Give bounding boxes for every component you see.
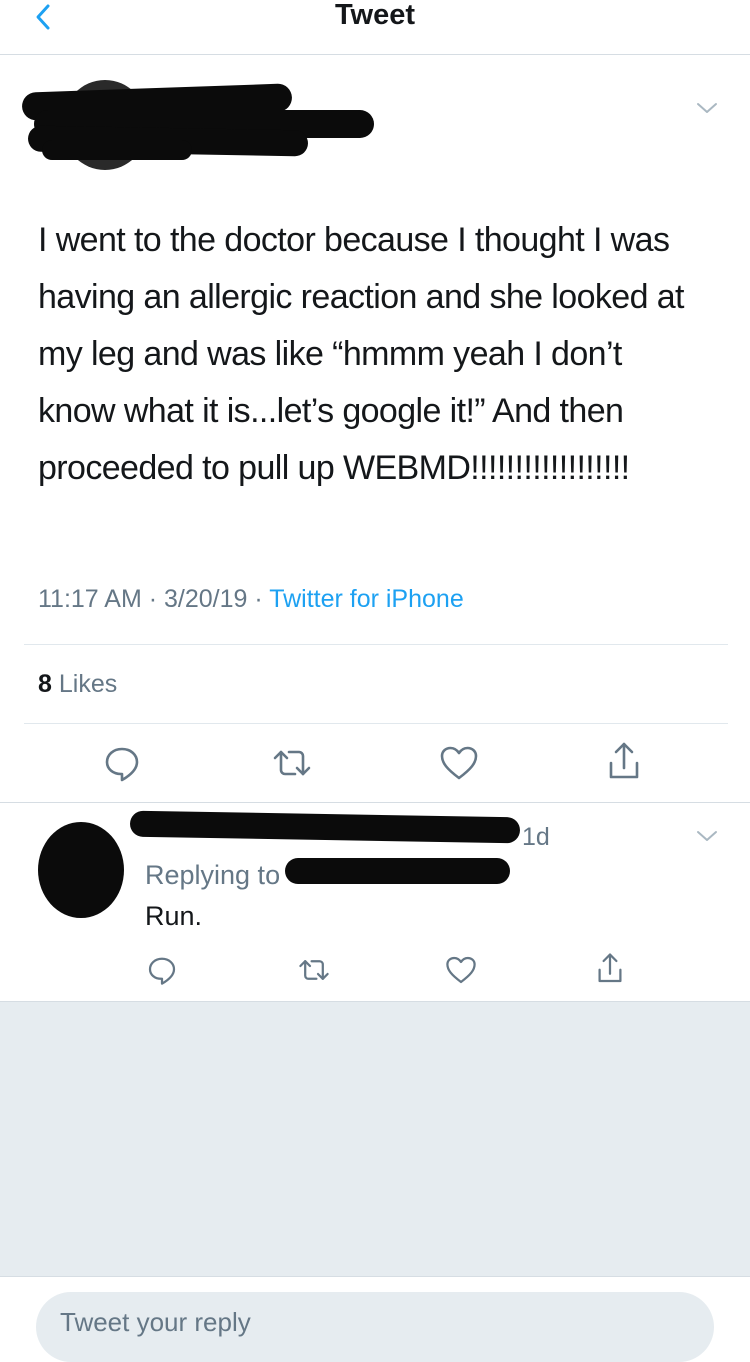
reply-menu-chevron-down-icon[interactable] — [692, 824, 722, 848]
share-icon[interactable] — [604, 741, 644, 783]
meta-separator: · — [141, 585, 164, 613]
like-heart-icon[interactable] — [438, 743, 480, 783]
meta-separator: · — [247, 585, 270, 613]
tweet-date: 3/20/19 — [164, 585, 248, 613]
reply-text: Run. — [145, 901, 203, 931]
reply-avatar[interactable] — [38, 822, 124, 918]
retweet-icon[interactable] — [296, 954, 332, 986]
likes-label: Likes — [58, 670, 118, 698]
share-icon[interactable] — [594, 952, 626, 986]
likes-number: 8 — [38, 670, 52, 698]
tweet-time: 11:17 AM — [38, 585, 142, 613]
empty-space — [0, 1001, 750, 1277]
divider — [24, 644, 728, 645]
tweet-text: I went to the doctor because I thought I… — [38, 221, 685, 487]
page-title: Tweet — [334, 0, 416, 31]
tweet-menu-chevron-down-icon[interactable] — [692, 96, 722, 120]
reply-icon[interactable] — [102, 743, 142, 783]
tweet-meta: 11:17 AM · 3/20/19 · Twitter for iPhone — [38, 584, 464, 614]
tweet-source-link[interactable]: Twitter for iPhone — [269, 585, 464, 613]
top-bar: Tweet — [0, 0, 750, 55]
divider — [0, 802, 750, 803]
reply-time: 1d — [522, 823, 550, 851]
replying-to-label: Replying to — [145, 860, 281, 890]
retweet-icon[interactable] — [270, 743, 314, 783]
reply-input-placeholder: Tweet your reply — [60, 1307, 251, 1337]
like-heart-icon[interactable] — [444, 954, 478, 986]
likes-count[interactable]: 8 Likes — [38, 669, 117, 699]
author-redaction — [21, 80, 382, 175]
divider — [24, 723, 728, 724]
reply-icon[interactable] — [146, 954, 178, 986]
